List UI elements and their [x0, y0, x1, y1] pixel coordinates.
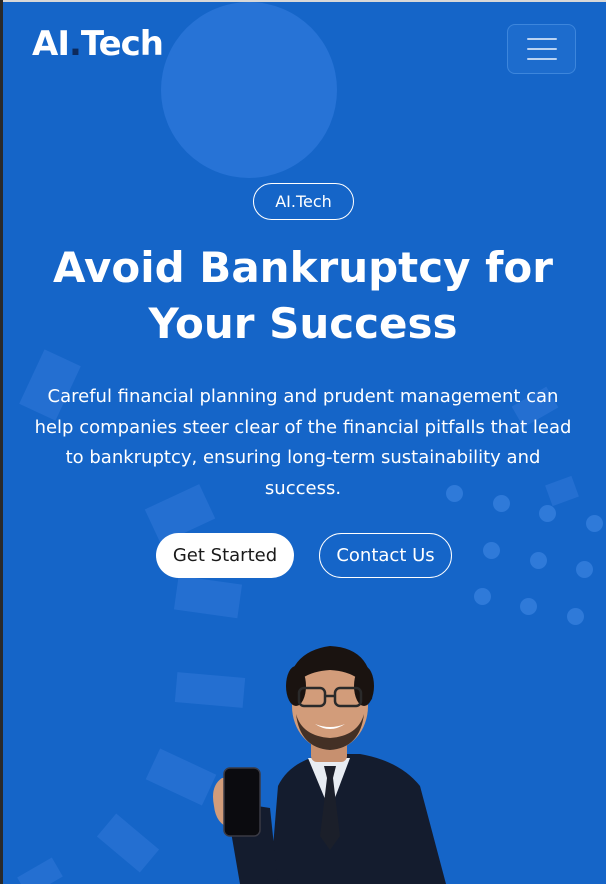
decorative-dot: [483, 542, 500, 559]
decorative-dot: [539, 505, 556, 522]
logo-dot: .: [68, 24, 82, 64]
hamburger-menu-icon: [526, 38, 557, 40]
decorative-dot: [586, 515, 603, 532]
decorative-circle: [161, 2, 337, 178]
hero-badge: AI.Tech: [253, 183, 354, 220]
decorative-dot: [567, 608, 584, 625]
window-left-edge: [0, 0, 3, 884]
logo-text-ai: AI: [32, 24, 70, 64]
businessman-image: [213, 646, 446, 884]
decorative-shape: [96, 813, 160, 873]
decorative-shape: [17, 857, 63, 884]
decorative-dot: [530, 552, 547, 569]
hero-headline: Avoid Bankruptcy for Your Success: [52, 243, 553, 348]
menu-toggle-button[interactable]: [507, 24, 576, 74]
contact-us-button[interactable]: Contact Us: [319, 533, 452, 578]
window-top-edge: [0, 0, 606, 2]
decorative-dot: [474, 588, 491, 605]
hamburger-line: [526, 48, 557, 50]
get-started-button[interactable]: Get Started: [156, 533, 294, 578]
brand-logo[interactable]: AI.Tech: [32, 24, 164, 64]
hero-description: Careful financial planning and prudent m…: [34, 386, 572, 499]
decorative-shape: [173, 575, 243, 619]
hamburger-line: [526, 58, 557, 60]
decorative-dot: [520, 598, 537, 615]
logo-text-tech: Tech: [80, 24, 164, 64]
decorative-dot: [576, 561, 593, 578]
